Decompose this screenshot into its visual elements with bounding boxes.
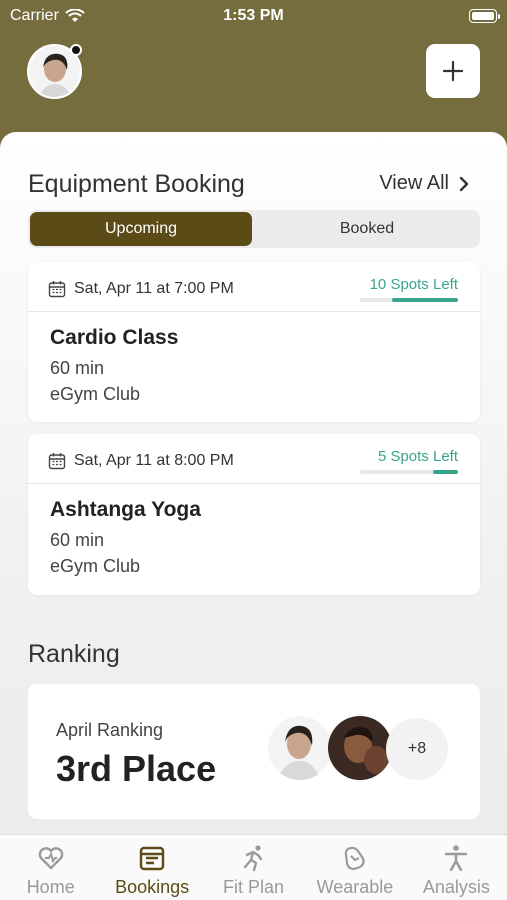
- tab-bookings-label: Bookings: [115, 877, 190, 897]
- class-club: eGym Club: [50, 556, 141, 576]
- view-all-label: View All: [379, 172, 449, 194]
- ranking-avatar: [328, 716, 392, 780]
- avatar-image: [328, 716, 392, 780]
- booking-segmented-control: Upcoming Booked: [28, 210, 480, 248]
- booking-card[interactable]: Sat, Apr 11 at 7:00 PM 10 Spots Left Car…: [28, 262, 480, 422]
- booking-date-text: Sat, Apr 11 at 7:00 PM: [74, 280, 234, 297]
- battery-icon: [469, 9, 500, 23]
- booking-card-header: Sat, Apr 11 at 8:00 PM 5 Spots Left: [28, 434, 480, 484]
- class-duration: 60 min: [50, 358, 105, 378]
- tab-fit-plan-label: Fit Plan: [223, 877, 285, 897]
- equipment-booking-title: Equipment Booking: [28, 170, 245, 198]
- calendar-icon: [48, 453, 66, 470]
- notification-dot: [70, 44, 82, 56]
- ranking-avatar: [268, 716, 332, 780]
- tab-upcoming[interactable]: Upcoming: [30, 212, 252, 246]
- booking-date: Sat, Apr 11 at 8:00 PM: [48, 452, 234, 470]
- booking-card-header: Sat, Apr 11 at 7:00 PM 10 Spots Left: [28, 262, 480, 312]
- booking-date: Sat, Apr 11 at 7:00 PM: [48, 280, 234, 298]
- add-button[interactable]: [426, 44, 480, 98]
- ranking-more-count: +8: [386, 718, 448, 780]
- tab-home-label: Home: [26, 877, 75, 897]
- class-name: Ashtanga Yoga: [50, 498, 201, 521]
- watch-icon: [344, 846, 365, 871]
- heart-icon: [38, 847, 63, 870]
- tab-fit-plan[interactable]: Fit Plan: [203, 835, 304, 900]
- ranking-label: April Ranking: [56, 720, 164, 740]
- spots-left: 5 Spots Left: [377, 448, 458, 465]
- tab-booked[interactable]: Booked: [256, 212, 478, 246]
- tab-home[interactable]: Home: [0, 835, 101, 900]
- ranking-title: Ranking: [28, 640, 120, 668]
- header: Carrier 1:53 PM: [0, 0, 507, 150]
- tab-analysis-label: Analysis: [422, 877, 490, 897]
- ranking-value: 3rd Place: [56, 748, 217, 789]
- spots-progress-fill: [432, 470, 458, 474]
- tab-wearable-label: Wearable: [316, 877, 394, 897]
- calendar-icon: [48, 281, 66, 298]
- tab-bookings[interactable]: Bookings: [101, 835, 202, 900]
- status-bar: Carrier 1:53 PM: [0, 4, 507, 28]
- class-club: eGym Club: [50, 384, 141, 404]
- booking-date-text: Sat, Apr 11 at 8:00 PM: [74, 452, 234, 469]
- spots-left: 10 Spots Left: [369, 276, 458, 293]
- tab-wearable[interactable]: Wearable: [304, 835, 405, 900]
- tab-bar: Home Bookings Fit Plan Wearable Analysis: [0, 834, 507, 900]
- spots-progress-fill: [392, 298, 458, 302]
- chevron-right-icon: [459, 176, 469, 191]
- avatar-image: [268, 716, 332, 780]
- ranking-card[interactable]: April Ranking 3rd Place +8: [28, 684, 480, 819]
- person-icon: [445, 845, 468, 872]
- calendar-icon: [139, 846, 165, 871]
- tab-analysis[interactable]: Analysis: [406, 835, 507, 900]
- class-name: Cardio Class: [50, 326, 179, 349]
- view-all-link[interactable]: View All: [379, 172, 469, 195]
- spots-progress: [360, 470, 458, 474]
- plus-icon: [442, 60, 464, 82]
- main-content: Equipment Booking View All Upcoming Book…: [0, 132, 507, 834]
- clock: 1:53 PM: [223, 7, 284, 24]
- class-duration: 60 min: [50, 530, 105, 550]
- runner-icon: [243, 845, 262, 872]
- spots-progress: [360, 298, 458, 302]
- booking-card[interactable]: Sat, Apr 11 at 8:00 PM 5 Spots Left Asht…: [28, 434, 480, 595]
